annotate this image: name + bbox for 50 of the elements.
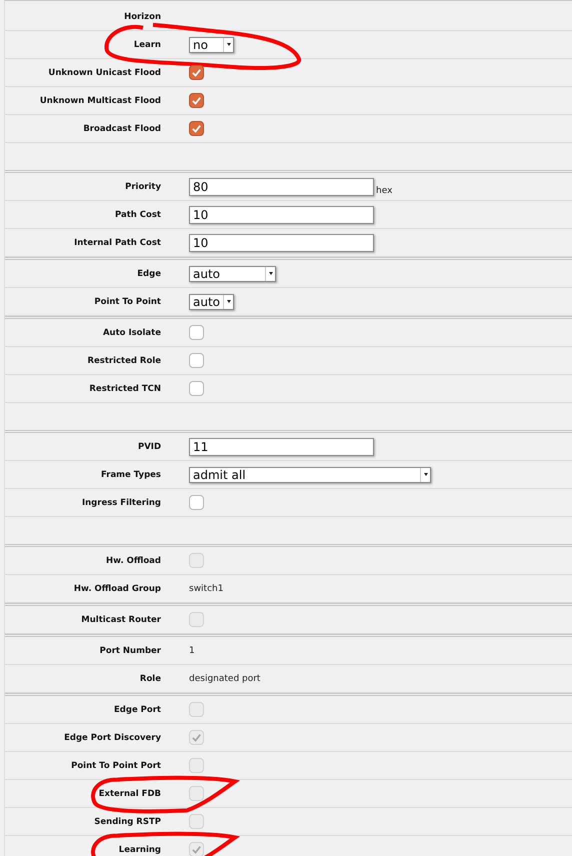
caret-icon (226, 43, 230, 46)
dropdown[interactable]: no (189, 36, 234, 52)
field-label: Restricted TCN (88, 384, 161, 394)
field-label: Edge Port (112, 704, 161, 714)
field-label: Port Number (98, 646, 161, 656)
field-label: Sending RSTP (93, 816, 161, 826)
field-label: Horizon (123, 12, 161, 22)
checkbox[interactable] (189, 93, 204, 108)
input-field[interactable]: 80 (189, 178, 374, 196)
field-label: Internal Path Cost (73, 238, 161, 248)
caret-icon (424, 473, 428, 476)
caret-icon (226, 300, 230, 303)
field-value: switch1 (189, 584, 224, 594)
field-label: Priority (124, 182, 161, 192)
checkbox[interactable] (189, 65, 204, 80)
input-field[interactable]: 10 (189, 234, 374, 252)
field-value: designated port (189, 674, 260, 684)
input-field[interactable]: 11 (189, 438, 374, 456)
checkbox[interactable] (189, 495, 204, 510)
field-label: Role (138, 674, 161, 684)
field-label: Broadcast Flood (82, 124, 161, 134)
field-label: Multicast Router (80, 614, 161, 624)
dropdown[interactable]: auto (189, 266, 276, 282)
field-label: Edge Port Discovery (63, 732, 161, 742)
field-label: Frame Types (100, 470, 161, 480)
checkbox[interactable] (189, 121, 204, 136)
field-label: Point To Point (93, 296, 161, 306)
checkbox[interactable] (189, 381, 204, 396)
input-field[interactable]: 10 (189, 206, 374, 224)
checkbox[interactable] (189, 353, 204, 368)
field-label: External FDB (98, 788, 161, 798)
field-label: Restricted Role (86, 356, 161, 366)
dropdown[interactable]: auto (189, 294, 234, 310)
field-label: Hw. Offload Group (72, 584, 161, 594)
field-label: Hw. Offload (105, 556, 161, 566)
dropdown[interactable]: admit all (189, 466, 431, 482)
caret-icon (268, 272, 272, 275)
field-label: Ingress Filtering (80, 498, 161, 508)
field-label: Auto Isolate (102, 328, 161, 338)
field-label: Learn (132, 40, 161, 50)
field-label: Unknown Unicast Flood (47, 68, 161, 78)
unit-label: hex (376, 186, 392, 196)
field-label: Path Cost (114, 210, 161, 220)
field-label: Point To Point Port (70, 760, 161, 770)
checkbox[interactable] (189, 325, 204, 340)
field-label: Edge (136, 268, 161, 278)
field-value: 1 (189, 646, 195, 656)
field-label: Unknown Multicast Flood (38, 96, 161, 106)
field-label: Learning (118, 844, 161, 854)
field-label: PVID (136, 442, 161, 452)
